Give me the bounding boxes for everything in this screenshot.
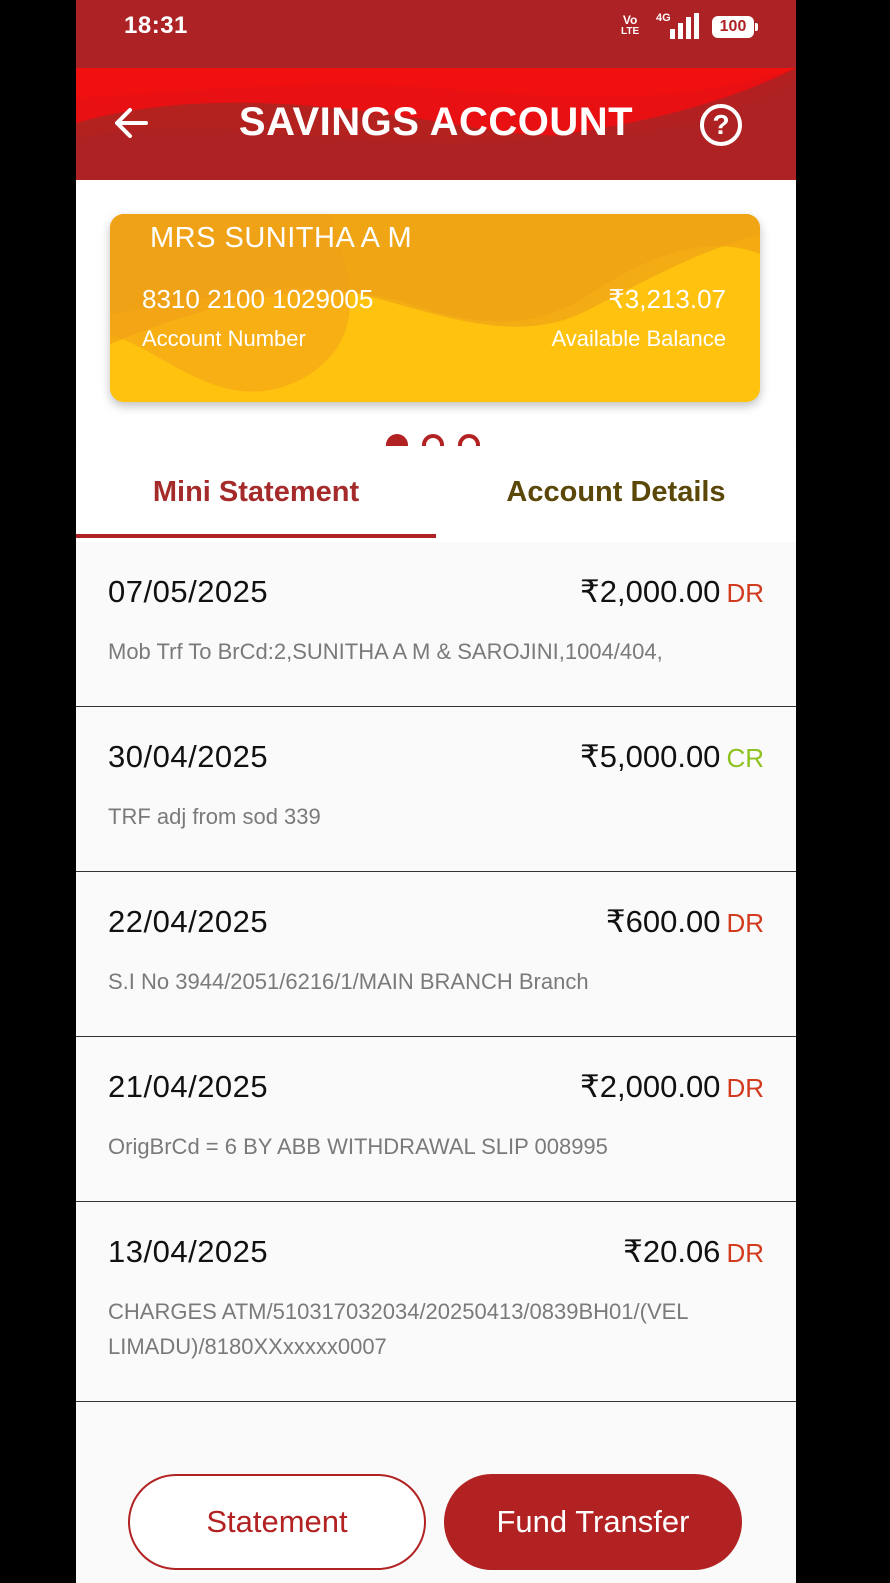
transaction-row[interactable]: 07/05/2025 ₹2,000.00 DR Mob Trf To BrCd:2… bbox=[76, 542, 796, 707]
volte-indicator: Vo LTE bbox=[621, 14, 639, 38]
battery-icon: 100 bbox=[712, 16, 758, 38]
network-type: 4G bbox=[656, 12, 671, 24]
transaction-date: 21/04/2025 bbox=[108, 1069, 269, 1104]
transaction-type-badge: DR bbox=[726, 1238, 764, 1268]
volte-top-label: Vo bbox=[622, 13, 638, 27]
pager-dot-active[interactable] bbox=[386, 434, 408, 446]
transaction-description: CHARGES ATM/510317032034/20250413/0839BH… bbox=[108, 1299, 689, 1359]
transaction-description: TRF adj from sod 339 bbox=[108, 804, 321, 829]
transaction-amount-group: ₹2,000.00 DR bbox=[580, 574, 764, 610]
available-balance-label: Available Balance bbox=[551, 326, 727, 351]
account-holder-name: MRS SUNITHA A M bbox=[150, 222, 413, 254]
pager-dot[interactable] bbox=[422, 434, 444, 446]
transaction-amount: ₹2,000.00 bbox=[580, 1069, 721, 1104]
transaction-type-badge: DR bbox=[726, 908, 764, 938]
transaction-amount: ₹5,000.00 bbox=[580, 739, 721, 774]
transaction-row[interactable]: 13/04/2025 ₹20.06 DR CHARGES ATM/51031703… bbox=[76, 1202, 796, 1402]
tab-bar: Mini Statement Account Details bbox=[76, 446, 796, 542]
transaction-description: S.I No 3944/2051/6216/1/MAIN BRANCH Bran… bbox=[108, 969, 589, 994]
transaction-date: 30/04/2025 bbox=[108, 739, 269, 774]
page-title: SAVINGS ACCOUNT bbox=[238, 100, 634, 144]
available-balance: ₹3,213.07 bbox=[608, 284, 726, 314]
status-time: 18:31 bbox=[124, 12, 188, 39]
card-pager bbox=[386, 434, 486, 446]
transaction-amount-group: ₹20.06 DR bbox=[623, 1234, 764, 1270]
transaction-amount-group: ₹600.00 DR bbox=[606, 904, 764, 940]
signal-icon bbox=[670, 13, 700, 39]
transaction-amount-group: ₹5,000.00 CR bbox=[580, 739, 764, 775]
transaction-description: Mob Trf To BrCd:2,SUNITHA A M & SAROJINI… bbox=[108, 639, 663, 664]
fund-transfer-button[interactable]: Fund Transfer bbox=[444, 1474, 742, 1570]
transaction-date: 22/04/2025 bbox=[108, 904, 269, 939]
transaction-description: OrigBrCd = 6 BY ABB WITHDRAWAL SLIP 0089… bbox=[108, 1134, 608, 1159]
transaction-list: 07/05/2025 ₹2,000.00 DR Mob Trf To BrCd:2… bbox=[76, 542, 796, 1402]
transaction-date: 13/04/2025 bbox=[108, 1234, 269, 1269]
status-bar: 18:31 Vo LTE 4G 100 bbox=[76, 0, 796, 68]
statement-button[interactable]: Statement bbox=[128, 1474, 426, 1570]
transaction-amount: ₹600.00 bbox=[605, 904, 721, 939]
app-header: SAVINGS ACCOUNT ? bbox=[76, 68, 796, 180]
volte-bottom-label: LTE bbox=[621, 26, 640, 37]
transaction-type-badge: CR bbox=[726, 743, 764, 773]
transaction-date: 07/05/2025 bbox=[108, 574, 269, 609]
transaction-amount: ₹2,000.00 bbox=[580, 574, 721, 609]
account-number-label: Account Number bbox=[142, 326, 306, 351]
transaction-row[interactable]: 21/04/2025 ₹2,000.00 DR OrigBrCd = 6 BY A… bbox=[76, 1037, 796, 1202]
account-card[interactable]: MRS SUNITHA A M 8310 2100 1029005 Accoun… bbox=[110, 214, 760, 402]
transaction-type-badge: DR bbox=[726, 1073, 764, 1103]
help-icon[interactable]: ? bbox=[700, 104, 742, 146]
phone-screen: 18:31 Vo LTE 4G 100 SAVINGS ACCOUNT ? MR… bbox=[76, 0, 796, 1583]
tab-mini-statement[interactable]: Mini Statement bbox=[76, 446, 436, 542]
pager-dot[interactable] bbox=[458, 434, 480, 446]
transaction-row[interactable]: 30/04/2025 ₹5,000.00 CR TRF adj from sod … bbox=[76, 707, 796, 872]
transaction-row[interactable]: 22/04/2025 ₹600.00 DR S.I No 3944/2051/62… bbox=[76, 872, 796, 1037]
transaction-amount-group: ₹2,000.00 DR bbox=[580, 1069, 764, 1105]
tab-account-details[interactable]: Account Details bbox=[436, 446, 796, 542]
account-number: 8310 2100 1029005 bbox=[142, 284, 374, 314]
transaction-amount: ₹20.06 bbox=[623, 1234, 721, 1269]
transaction-type-badge: DR bbox=[726, 578, 764, 608]
